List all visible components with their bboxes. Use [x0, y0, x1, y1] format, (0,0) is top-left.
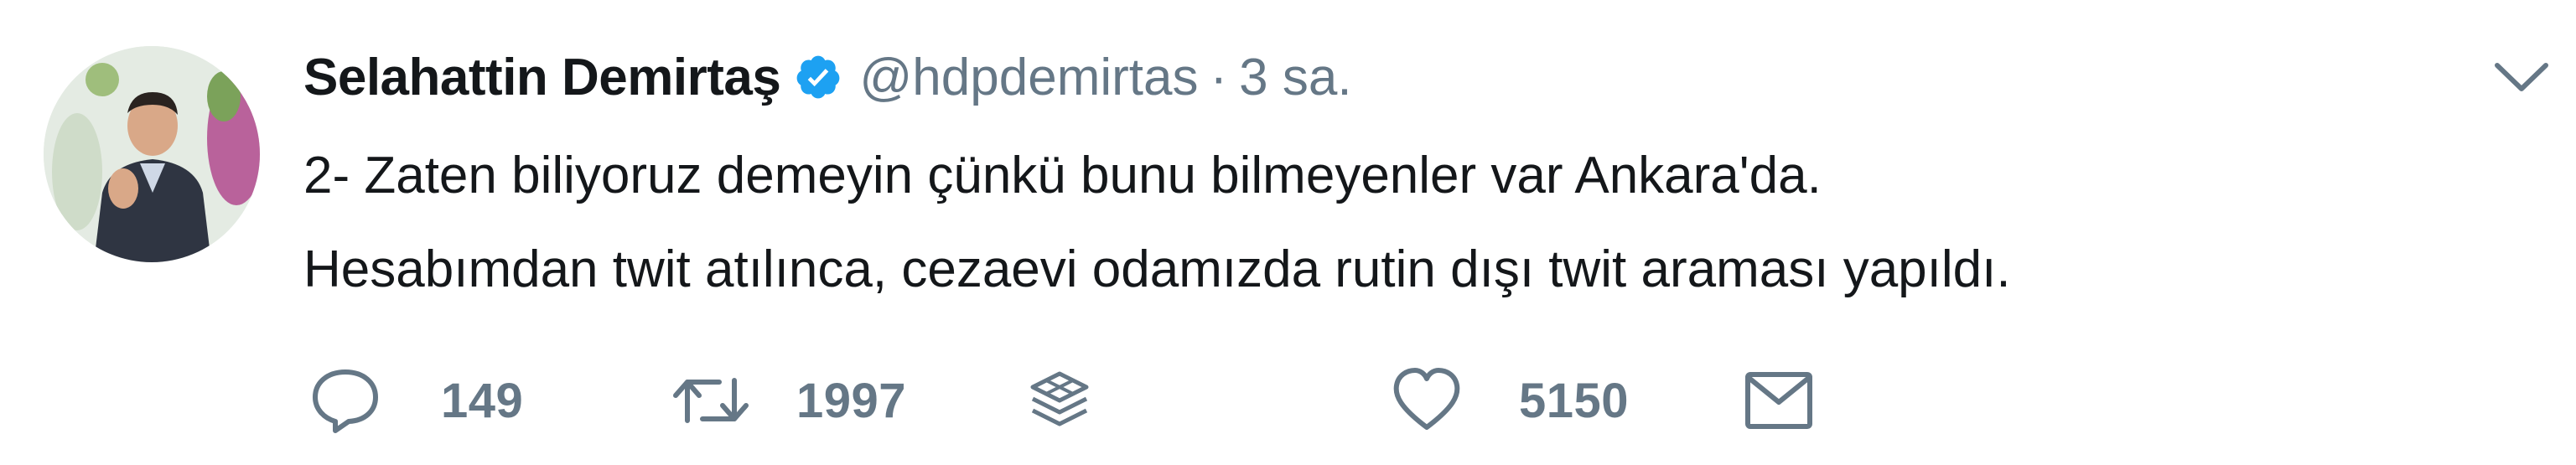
chevron-down-icon[interactable] — [2492, 57, 2551, 99]
tweet-card[interactable]: Selahattin Demirtaş @hdpdemirtas · 3 sa.… — [0, 0, 2576, 465]
author-handle[interactable]: @hdpdemirtas — [859, 48, 1198, 107]
reply-count: 149 — [441, 373, 524, 428]
direct-message-button[interactable] — [1744, 359, 1814, 442]
retweet-count: 1997 — [796, 373, 907, 428]
author-name[interactable]: Selahattin Demirtaş — [303, 48, 781, 107]
avatar[interactable] — [44, 46, 260, 262]
stack-icon — [1024, 365, 1095, 436]
like-count: 5150 — [1519, 373, 1630, 428]
tweet-text-line: 2- Zaten biliyoruz demeyin çünkü bunu bi… — [303, 147, 1822, 204]
tweet-text-line: Hesabımdan twit atılınca, cezaevi odamız… — [303, 240, 2011, 298]
tweet-header: Selahattin Demirtaş @hdpdemirtas · 3 sa. — [303, 44, 1352, 111]
reply-icon — [310, 367, 381, 434]
tweet-actions: 149 1997 5150 — [310, 359, 1819, 442]
retweet-icon — [671, 367, 751, 434]
timestamp[interactable]: 3 sa. — [1239, 48, 1351, 107]
verified-badge-icon — [794, 53, 842, 101]
mail-icon — [1744, 370, 1814, 431]
tweet-text: 2- Zaten biliyoruz demeyin çünkü bunu bi… — [303, 129, 2011, 317]
heart-icon — [1392, 367, 1462, 434]
retweet-button[interactable]: 1997 — [671, 359, 906, 442]
reply-button[interactable]: 149 — [310, 359, 523, 442]
stack-button[interactable] — [1024, 359, 1095, 442]
separator-dot: · — [1210, 48, 1228, 106]
like-button[interactable]: 5150 — [1392, 359, 1629, 442]
avatar-image — [44, 46, 260, 262]
